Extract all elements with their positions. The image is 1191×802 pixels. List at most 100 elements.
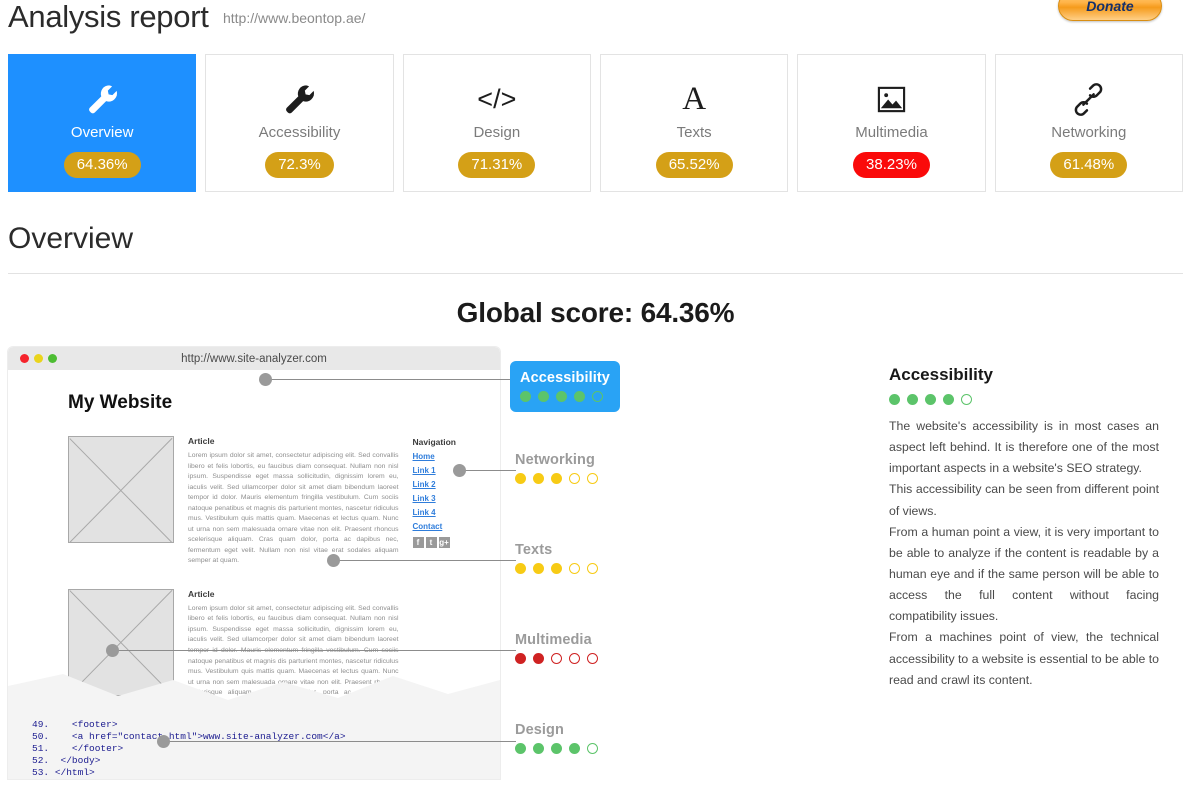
connector-line-texts xyxy=(338,560,516,561)
analyzed-url: http://www.beontop.ae/ xyxy=(222,10,366,26)
annotation-label: Multimedia xyxy=(515,632,592,648)
rating-pip-empty xyxy=(961,394,972,405)
connector-line-networking xyxy=(464,470,516,471)
global-score: Global score: 64.36% xyxy=(456,297,735,328)
connector-dot-networking xyxy=(453,464,466,477)
detail-panel-rating xyxy=(889,394,1159,405)
annotation-multimedia[interactable]: Multimedia xyxy=(515,632,598,664)
rating-pip-empty xyxy=(587,473,598,484)
mock-social-icons: f t g+ xyxy=(412,537,483,548)
tab-label: Overview xyxy=(70,124,134,141)
code-line: 51. </footer> xyxy=(32,743,123,754)
detail-paragraph: From a human point a view, it is very im… xyxy=(889,524,1159,624)
code-line: 49. <footer> xyxy=(32,719,118,730)
tab-label: Networking xyxy=(1051,124,1127,141)
rating-pip-filled xyxy=(574,391,585,402)
rating-pip-filled xyxy=(515,653,526,664)
rating-pip-filled xyxy=(569,743,580,754)
mock-article-title: Article xyxy=(188,588,215,599)
code-line: 53. </html> xyxy=(32,767,95,778)
browser-titlebar: http://www.site-analyzer.com xyxy=(8,347,500,370)
rating-pip-filled xyxy=(520,391,531,402)
mock-nav-link[interactable]: Home xyxy=(413,452,483,461)
annotation-rating xyxy=(515,653,598,664)
rating-pip-filled xyxy=(538,391,549,402)
tab-texts[interactable]: A Texts 65.52% xyxy=(599,54,789,192)
rating-pip-filled xyxy=(551,473,562,484)
mock-site-heading: My Website xyxy=(68,392,173,413)
annotation-networking[interactable]: Networking xyxy=(515,452,598,484)
code-line-number: 51. xyxy=(32,743,50,754)
annotation-accessibility[interactable]: Accessibility xyxy=(510,361,620,412)
annotation-label: Design xyxy=(515,722,564,738)
connector-dot-multimedia xyxy=(106,644,119,657)
rating-pip-filled xyxy=(889,394,900,405)
wrench-icon xyxy=(282,78,316,120)
detail-panel-title: Accessibility xyxy=(889,365,993,384)
tab-label: Texts xyxy=(676,124,712,141)
mock-nav-link[interactable]: Link 4 xyxy=(413,508,483,517)
rating-pip-filled xyxy=(515,473,526,484)
twitter-icon[interactable]: t xyxy=(425,537,437,548)
tab-networking[interactable]: Networking 61.48% xyxy=(994,54,1183,192)
rating-pip-filled xyxy=(556,391,567,402)
code-line-number: 49. xyxy=(32,719,50,730)
connector-dot-design xyxy=(157,735,170,748)
mock-page-body: My Website Article Lorem ipsum dolor sit… xyxy=(8,392,500,720)
detail-paragraph: From a machines point of view, the techn… xyxy=(889,630,1159,687)
overview-diagram: http://www.site-analyzer.com My Website … xyxy=(0,347,1191,779)
mock-article-title: Article xyxy=(188,436,215,446)
mock-nav-title: Navigation xyxy=(412,437,456,447)
mock-article: Article Lorem ipsum dolor sit amet, cons… xyxy=(188,436,399,567)
detail-paragraph: This accessibility can be seen from diff… xyxy=(889,482,1159,518)
annotation-design[interactable]: Design xyxy=(515,722,598,754)
tab-multimedia[interactable]: Multimedia 38.23% xyxy=(797,54,986,192)
code-line-number: 50. xyxy=(32,731,50,742)
donate-button[interactable]: Donate xyxy=(1058,0,1162,21)
rating-pip-filled xyxy=(907,394,918,405)
annotation-rating xyxy=(515,563,598,574)
tab-overview[interactable]: Overview 64.36% xyxy=(8,54,197,192)
wrench-icon xyxy=(85,78,119,120)
link-chain-icon xyxy=(1072,78,1105,120)
rating-pip-filled xyxy=(551,743,562,754)
rating-pip-filled xyxy=(515,563,526,574)
code-icon: </> xyxy=(477,83,517,114)
annotation-rating xyxy=(515,473,598,484)
section-divider xyxy=(8,273,1183,274)
mock-nav-link[interactable]: Contact xyxy=(413,522,483,531)
mock-nav-link[interactable]: Link 2 xyxy=(413,480,483,489)
connector-line-multimedia xyxy=(117,650,516,651)
code-line-text: <footer> xyxy=(71,719,118,730)
connector-dot-accessibility xyxy=(259,373,272,386)
image-icon xyxy=(876,78,907,120)
code-line-number: 52. xyxy=(32,755,50,766)
page-header: Analysis report http://www.beontop.ae/ D… xyxy=(0,0,1191,40)
section-title: Overview xyxy=(8,222,134,255)
serif-a-icon: A xyxy=(682,80,707,117)
rating-pip-empty xyxy=(587,743,598,754)
rating-pip-empty xyxy=(569,473,580,484)
rating-pip-empty xyxy=(587,563,598,574)
mock-nav-link[interactable]: Link 3 xyxy=(413,494,483,503)
googleplus-icon[interactable]: g+ xyxy=(438,537,450,548)
detail-paragraph: The website's accessibility is in most c… xyxy=(889,419,1159,476)
rating-pip-empty xyxy=(587,653,598,664)
rating-pip-filled xyxy=(943,394,954,405)
code-line: 52. </body> xyxy=(32,755,100,766)
tab-score-badge: 64.36% xyxy=(63,152,141,178)
code-line-text: </footer> xyxy=(71,743,124,754)
source-code-block: 49. <footer> 50. <a href="contact.html">… xyxy=(8,710,500,779)
tab-accessibility[interactable]: Accessibility 72.3% xyxy=(205,54,394,192)
facebook-icon[interactable]: f xyxy=(412,537,424,548)
category-tabs: Overview 64.36% Accessibility 72.3% </> … xyxy=(0,54,1191,192)
tab-score-badge: 38.23% xyxy=(853,152,930,178)
rating-pip-empty xyxy=(592,391,603,402)
annotation-texts[interactable]: Texts xyxy=(515,542,598,574)
tab-design[interactable]: </> Design 71.31% xyxy=(402,54,591,192)
tab-label: Multimedia xyxy=(855,124,928,141)
connector-line-accessibility xyxy=(270,379,514,380)
zigzag-divider xyxy=(8,672,500,710)
rating-pip-filled xyxy=(515,743,526,754)
mock-content-row: Article Lorem ipsum dolor sit amet, cons… xyxy=(26,436,482,567)
